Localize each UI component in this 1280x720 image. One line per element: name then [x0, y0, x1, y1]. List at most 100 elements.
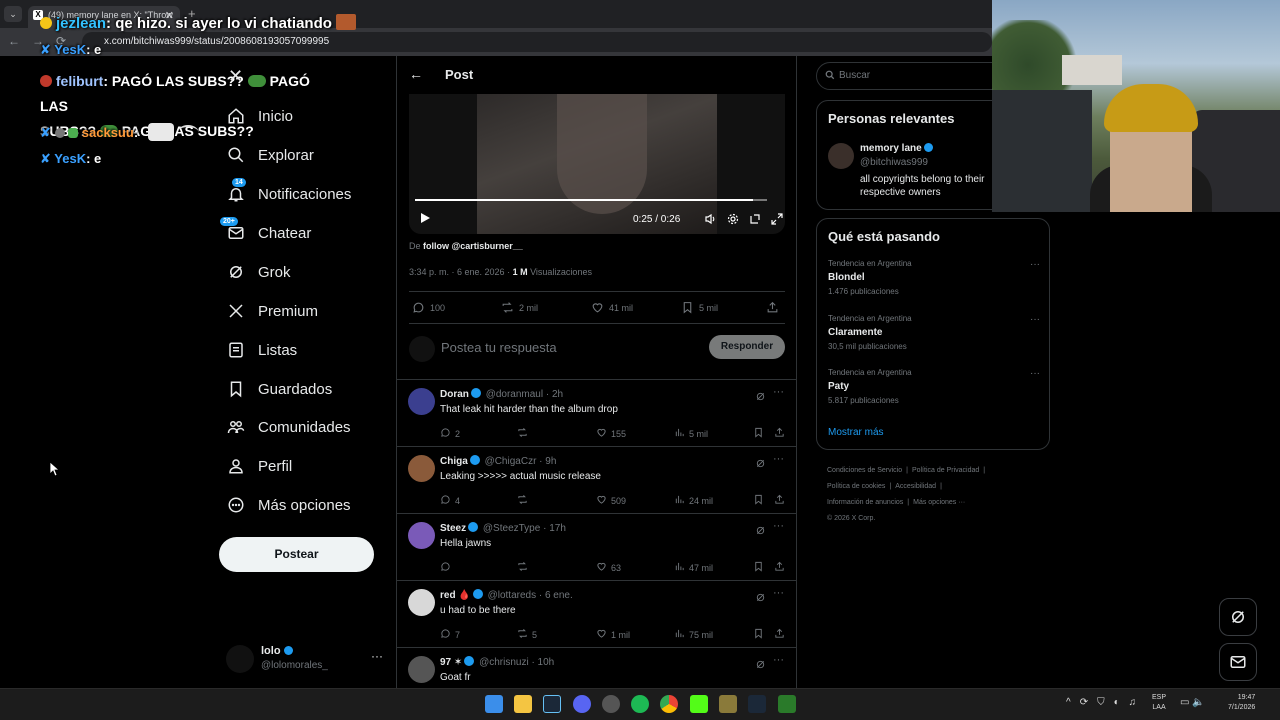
app-icon[interactable] — [778, 695, 796, 713]
source-link[interactable]: follow @cartisburner__ — [423, 241, 523, 251]
like-count[interactable]: 1 mil — [596, 628, 630, 641]
footer-link[interactable]: Condiciones de Servicio — [827, 467, 902, 474]
reply-author[interactable]: 97 ✶ — [440, 657, 462, 668]
repost-count[interactable] — [517, 494, 532, 507]
tab-search-button[interactable]: ⌄ — [4, 6, 22, 22]
view-count[interactable]: 75 mil — [674, 628, 713, 641]
nav-item-notificaciones[interactable]: 14 Notificaciones — [226, 178, 351, 209]
x-home-logo-icon[interactable]: ✕ — [228, 66, 243, 87]
fullscreen-icon[interactable] — [771, 212, 783, 225]
view-count[interactable]: 47 mil — [674, 561, 713, 574]
messages-float-button[interactable] — [1219, 643, 1257, 681]
volume-icon[interactable] — [705, 212, 717, 225]
nav-item-guardados[interactable]: Guardados — [226, 374, 332, 404]
reply-author[interactable]: Doran — [440, 389, 469, 400]
language-indicator[interactable]: ESP LAA — [1152, 693, 1166, 713]
avatar[interactable] — [828, 143, 854, 169]
avatar[interactable] — [408, 388, 435, 415]
repost-count[interactable] — [517, 427, 532, 440]
nav-item-premium[interactable]: Premium — [226, 296, 318, 326]
trend-item[interactable]: Tendencia en Argentina Claramente 30,5 m… — [828, 314, 1040, 351]
avatar[interactable] — [408, 589, 435, 616]
file-explorer-icon[interactable] — [514, 695, 532, 713]
play-icon[interactable] — [419, 211, 431, 229]
grok-float-button[interactable] — [1219, 598, 1257, 636]
reply-author[interactable]: Steez — [440, 523, 466, 534]
bookmark-button[interactable] — [753, 427, 764, 440]
reply-count[interactable] — [440, 561, 455, 574]
repost-count[interactable]: 5 — [517, 628, 537, 641]
show-more-link[interactable]: Mostrar más — [828, 427, 884, 438]
view-count[interactable]: 24 mil — [674, 494, 713, 507]
steam-icon[interactable] — [543, 695, 561, 713]
reply-count[interactable]: 7 — [440, 628, 460, 641]
like-count[interactable]: 63 — [596, 561, 621, 574]
start-windows-icon[interactable] — [485, 695, 503, 713]
reply-item[interactable]: Steez @SteezType · 17h Hella jawns ··· 63 47… — [397, 514, 796, 581]
like-count[interactable]: 509 — [596, 494, 626, 507]
bookmark-button[interactable] — [753, 561, 764, 574]
back-arrow-icon[interactable]: ← — [409, 66, 423, 82]
more-icon[interactable]: ··· — [773, 654, 784, 666]
footer-link[interactable]: Política de Privacidad — [912, 467, 979, 474]
share-button[interactable] — [774, 628, 785, 641]
share-icon[interactable] — [766, 301, 779, 314]
post-button[interactable]: Postear — [219, 537, 374, 572]
kick-icon[interactable] — [690, 695, 708, 713]
trend-item[interactable]: Tendencia en Argentina Blondel 1.476 pub… — [828, 259, 1040, 296]
minecraft-icon[interactable] — [719, 695, 737, 713]
footer-link[interactable]: Política de cookies — [827, 483, 885, 490]
more-icon[interactable]: ··· — [1030, 259, 1040, 270]
share-button[interactable] — [774, 494, 785, 507]
reply-item[interactable]: 97 ✶ @chrisnuzi · 10h Goat fr ··· — [397, 648, 796, 688]
discord-icon[interactable] — [573, 695, 591, 713]
nav-item-perfil[interactable]: Perfil — [226, 451, 292, 481]
reply-count[interactable]: 4 — [440, 494, 460, 507]
bookmark-button[interactable] — [753, 494, 764, 507]
reply-item[interactable]: red 🩸 @lottareds · 6 ene. u had to be the… — [397, 581, 796, 648]
trend-item[interactable]: Tendencia en Argentina Paty 5.817 public… — [828, 368, 1040, 405]
more-icon[interactable]: ··· — [773, 520, 784, 532]
reply-author[interactable]: red 🩸 — [440, 590, 471, 601]
address-bar[interactable]: x.com/bitchiwas999/status/20086081930570… — [82, 32, 992, 52]
video-progress-bar[interactable] — [415, 199, 767, 201]
reply-author[interactable]: Chiga — [440, 456, 468, 467]
avatar[interactable] — [408, 455, 435, 482]
network-volume-icons[interactable]: ▭ 🔈 — [1180, 697, 1205, 708]
grok-icon[interactable] — [755, 389, 766, 401]
bookmark-button[interactable] — [753, 628, 764, 641]
more-icon[interactable]: ··· — [773, 386, 784, 398]
chrome-icon[interactable] — [660, 695, 678, 713]
account-more-icon[interactable]: ··· — [371, 649, 383, 663]
avatar[interactable] — [408, 522, 435, 549]
account-switcher[interactable]: lolo @lolomorales_ ··· — [226, 643, 386, 677]
grok-icon[interactable] — [755, 456, 766, 468]
footer-link[interactable]: Información de anuncios — [827, 499, 903, 506]
more-icon[interactable]: ··· — [1030, 368, 1040, 379]
bookmark-stat[interactable]: 5 mil — [681, 301, 718, 314]
nav-item-grok[interactable]: Grok — [226, 257, 291, 287]
clock[interactable]: 19:47 7/1/2026 — [1228, 693, 1255, 713]
reply-item[interactable]: Chiga @ChigaCzr · 9h Leaking >>>>> actual… — [397, 447, 796, 514]
repost-stat[interactable]: 2 mil — [501, 301, 538, 314]
nav-item-explorar[interactable]: Explorar — [226, 140, 314, 170]
footer-link[interactable]: Más opciones ··· — [913, 499, 965, 506]
like-stat[interactable]: 41 mil — [591, 301, 633, 314]
grok-icon[interactable] — [755, 590, 766, 602]
footer-link[interactable]: Accesibilidad — [895, 483, 936, 490]
system-tray-icons[interactable]: ^⟳⛉◐♫ — [1066, 697, 1145, 708]
like-count[interactable]: 155 — [596, 427, 626, 440]
settings-icon[interactable] — [727, 212, 739, 225]
reply-button[interactable]: Responder — [709, 335, 785, 359]
more-icon[interactable]: ··· — [773, 587, 784, 599]
nav-item-chatear[interactable]: 20+ Chatear — [220, 217, 311, 248]
nav-item-comunidades[interactable]: Comunidades — [226, 412, 351, 442]
reply-item[interactable]: Doran @doranmaul · 2h That leak hit harde… — [397, 380, 796, 447]
more-icon[interactable]: ··· — [1030, 314, 1040, 325]
share-button[interactable] — [774, 427, 785, 440]
pip-icon[interactable] — [749, 212, 761, 224]
nav-item-mas-opciones[interactable]: Más opciones — [226, 490, 351, 520]
obs-icon[interactable] — [602, 695, 620, 713]
share-button[interactable] — [774, 561, 785, 574]
grok-icon[interactable] — [755, 523, 766, 535]
